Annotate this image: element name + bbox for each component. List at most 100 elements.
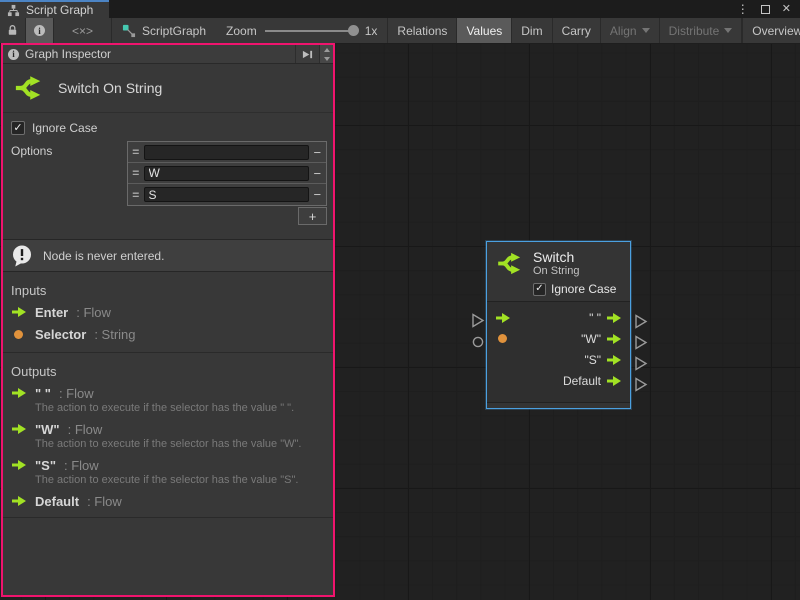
code-view-button[interactable]: <×> bbox=[54, 18, 112, 43]
chevron-down-icon bbox=[642, 28, 650, 33]
port-row-enter-space: " " bbox=[487, 307, 630, 328]
node-header[interactable]: Switch On String ✓ Ignore Case bbox=[487, 242, 630, 302]
output-socket-default[interactable] bbox=[634, 377, 648, 392]
ignore-case-label: Ignore Case bbox=[32, 121, 97, 135]
output-port-space[interactable]: " " bbox=[589, 311, 622, 325]
lock-button[interactable] bbox=[0, 18, 26, 43]
warning-box: Node is never entered. bbox=[3, 239, 333, 272]
output-port-w[interactable]: "W" bbox=[581, 332, 622, 346]
values-button[interactable]: Values bbox=[457, 18, 512, 43]
close-icon[interactable]: ✕ bbox=[782, 4, 791, 15]
port-label: " " bbox=[589, 311, 601, 325]
tab-script-graph[interactable]: Script Graph bbox=[0, 0, 109, 18]
drag-handle-icon[interactable]: = bbox=[128, 166, 144, 180]
socket-triangle-icon bbox=[634, 314, 648, 329]
socket-triangle-icon bbox=[471, 313, 485, 328]
switch-on-string-node[interactable]: Switch On String ✓ Ignore Case " " "W" bbox=[486, 241, 631, 409]
align-label: Align bbox=[610, 24, 637, 38]
port-name: Enter bbox=[35, 305, 68, 320]
port-label: "S" bbox=[584, 353, 601, 367]
output-socket-space[interactable] bbox=[634, 314, 648, 329]
overview-label: Overview bbox=[752, 24, 800, 38]
switch-icon bbox=[13, 73, 45, 103]
port-type: : Flow bbox=[64, 458, 99, 473]
relations-button[interactable]: Relations bbox=[387, 18, 457, 43]
ignore-case-checkbox[interactable]: ✓ bbox=[11, 121, 25, 135]
socket-triangle-icon bbox=[634, 356, 648, 371]
output-port-s: "S" : Flow bbox=[3, 454, 333, 476]
graph-breadcrumb[interactable]: ScriptGraph bbox=[112, 18, 216, 43]
port-row-selector-w: "W" bbox=[487, 328, 630, 349]
inspector-toggle-button[interactable]: i bbox=[26, 18, 54, 43]
carry-button[interactable]: Carry bbox=[553, 18, 601, 43]
zoom-slider[interactable] bbox=[265, 30, 357, 32]
dim-button[interactable]: Dim bbox=[512, 18, 552, 43]
port-name: Selector bbox=[35, 327, 86, 342]
info-icon: i bbox=[8, 49, 19, 60]
hierarchy-icon bbox=[7, 4, 20, 17]
triangle-down-icon bbox=[324, 57, 330, 61]
option-row: = − bbox=[128, 163, 326, 184]
scroll-down-button[interactable] bbox=[320, 54, 333, 63]
dock-panel-button[interactable] bbox=[295, 45, 319, 63]
options-label: Options bbox=[3, 141, 125, 225]
drag-handle-icon[interactable]: = bbox=[128, 188, 144, 202]
option-value-input[interactable] bbox=[144, 145, 309, 160]
port-type: : Flow bbox=[76, 305, 111, 320]
node-title-row: Switch On String bbox=[3, 64, 333, 113]
switch-icon bbox=[495, 250, 525, 277]
inspector-node-title: Switch On String bbox=[58, 80, 162, 96]
option-row: = − bbox=[128, 184, 326, 205]
flow-arrow-icon bbox=[11, 496, 27, 506]
maximize-icon[interactable] bbox=[761, 5, 770, 14]
port-type: : String bbox=[94, 327, 135, 342]
options-list-box: = − = − = − bbox=[127, 141, 327, 206]
code-icon: <×> bbox=[72, 24, 93, 38]
selector-socket[interactable] bbox=[472, 336, 484, 348]
graph-toolbar: i <×> ScriptGraph Zoom 1x Relations Valu… bbox=[0, 18, 800, 44]
node-title: Switch bbox=[533, 249, 579, 265]
selector-port[interactable] bbox=[495, 334, 513, 343]
value-dot-icon bbox=[498, 334, 507, 343]
zoom-slider-knob[interactable] bbox=[348, 25, 359, 36]
align-button: Align bbox=[601, 18, 660, 43]
enter-port[interactable] bbox=[495, 313, 513, 323]
header-spacer bbox=[111, 45, 295, 63]
distribute-button: Distribute bbox=[660, 18, 743, 43]
titlebar: Script Graph ⋮ ✕ bbox=[0, 0, 800, 18]
remove-option-button[interactable]: − bbox=[309, 166, 326, 181]
output-socket-w[interactable] bbox=[634, 335, 648, 350]
output-port-space: " " : Flow bbox=[3, 382, 333, 404]
socket-circle-icon bbox=[472, 336, 484, 348]
ignore-case-checkbox[interactable]: ✓ bbox=[533, 283, 546, 296]
kebab-menu-icon[interactable]: ⋮ bbox=[737, 3, 749, 15]
option-value-input[interactable] bbox=[144, 166, 309, 181]
port-description: The action to execute if the selector ha… bbox=[35, 438, 333, 450]
port-description: The action to execute if the selector ha… bbox=[35, 474, 333, 486]
port-name: " " bbox=[35, 386, 51, 401]
options-list: = − = − = − + bbox=[127, 141, 327, 225]
output-port-default[interactable]: Default bbox=[563, 374, 622, 388]
values-label: Values bbox=[466, 24, 502, 38]
output-socket-s[interactable] bbox=[634, 356, 648, 371]
remove-option-button[interactable]: − bbox=[309, 145, 326, 160]
overview-button[interactable]: Overview bbox=[743, 18, 800, 43]
remove-option-button[interactable]: − bbox=[309, 187, 326, 202]
scroll-up-button[interactable] bbox=[320, 45, 333, 54]
graph-name: ScriptGraph bbox=[142, 24, 206, 38]
inputs-heading: Inputs bbox=[3, 272, 333, 301]
warning-bubble-icon bbox=[10, 244, 34, 268]
chevron-down-icon bbox=[724, 28, 732, 33]
flow-arrow-icon bbox=[606, 355, 622, 365]
drag-handle-icon[interactable]: = bbox=[128, 145, 144, 159]
outputs-heading: Outputs bbox=[3, 353, 333, 382]
flow-arrow-icon bbox=[606, 313, 622, 323]
window-controls: ⋮ ✕ bbox=[737, 0, 800, 18]
option-value-input[interactable] bbox=[144, 187, 309, 202]
distribute-label: Distribute bbox=[669, 24, 720, 38]
enter-socket[interactable] bbox=[471, 313, 485, 328]
output-port-s[interactable]: "S" bbox=[584, 353, 622, 367]
info-icon: i bbox=[34, 25, 45, 36]
node-ignore-case-row: ✓ Ignore Case bbox=[533, 282, 622, 296]
add-option-button[interactable]: + bbox=[298, 207, 327, 225]
